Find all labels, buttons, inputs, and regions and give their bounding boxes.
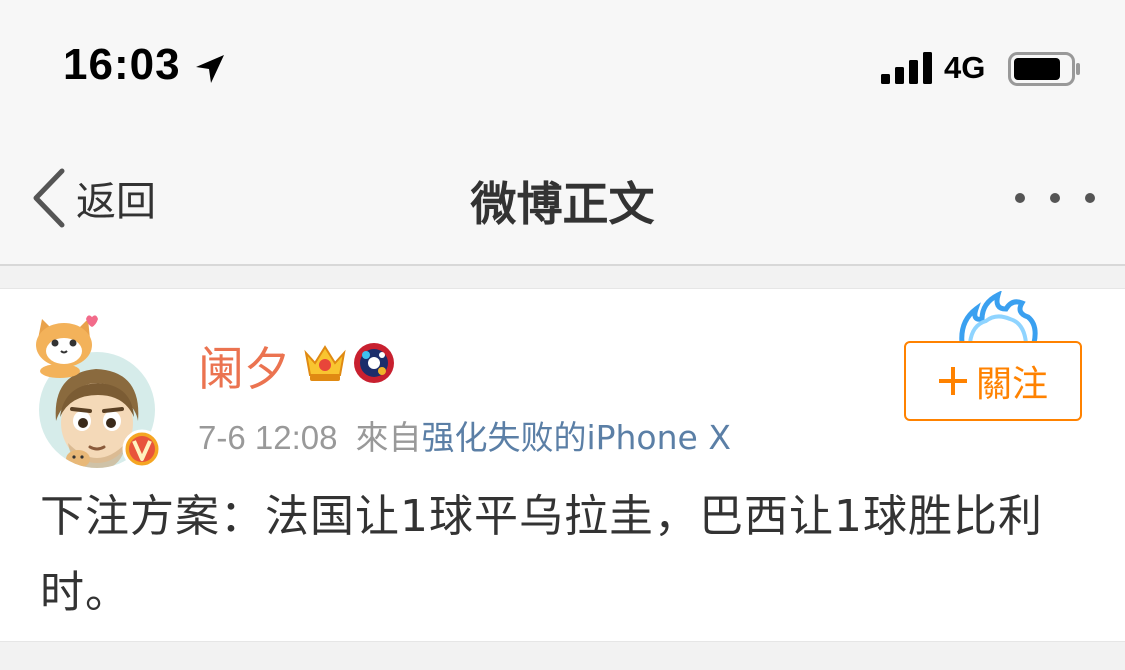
- post-card: 阑夕 7-6 12:08 來自强化失败的iPhone X 關注 下注方案：法国让…: [0, 288, 1125, 642]
- cellular-signal-icon: [881, 52, 932, 84]
- post-time: 7-6 12:08: [198, 419, 338, 456]
- network-type: 4G: [944, 50, 986, 85]
- more-icon: [1050, 193, 1060, 203]
- from-label: 來自: [355, 418, 422, 457]
- follow-area: 關注: [904, 289, 1086, 425]
- nav-bar: 返回 微博正文: [0, 132, 1125, 266]
- battery-icon: [1008, 52, 1080, 86]
- weibo-post-screen: 16:03 4G 返回 微博正文 阑夕 7-6 12:08 來自强化失败的iPh…: [0, 0, 1125, 670]
- post-meta: 7-6 12:08 來自强化失败的iPhone X: [198, 411, 731, 459]
- verified-badge-icon: [122, 429, 162, 469]
- device-source-link[interactable]: 强化失败的iPhone X: [421, 418, 731, 457]
- status-bar: 16:03 4G: [0, 0, 1125, 132]
- page-title: 微博正文: [470, 177, 655, 231]
- crown-badge-icon: [304, 345, 346, 381]
- username[interactable]: 阑夕: [198, 333, 290, 399]
- worldcup-badge-icon: [354, 343, 394, 383]
- sparkle-flame-icon: [959, 291, 1038, 346]
- follow-button[interactable]: 關注: [904, 341, 1082, 421]
- plus-icon: [938, 367, 967, 395]
- more-icon: [1015, 193, 1025, 203]
- post-content: 下注方案：法国让1球平乌拉圭，巴西让1球胜比利时。: [40, 491, 1043, 618]
- more-icon: [1085, 193, 1095, 203]
- avatar[interactable]: [30, 311, 170, 469]
- cat-sticker-icon: [36, 315, 98, 378]
- status-time: 16:03: [63, 40, 181, 89]
- more-button[interactable]: [1015, 176, 1095, 220]
- follow-label: 關注: [975, 364, 1048, 405]
- location-arrow-icon: [196, 55, 224, 83]
